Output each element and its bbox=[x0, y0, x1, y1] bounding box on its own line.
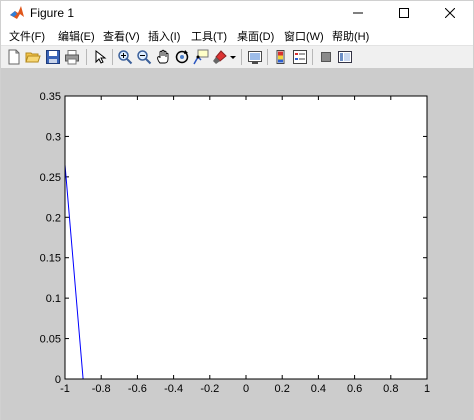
close-icon bbox=[445, 8, 455, 18]
toolbar-separator bbox=[112, 49, 113, 65]
figure-window: Figure 1 文件(F) 编辑(E) 查看(V) 插入(I) 工具(T) 桌… bbox=[0, 0, 474, 420]
brush-icon[interactable] bbox=[212, 49, 228, 65]
rotate-icon[interactable] bbox=[174, 49, 190, 65]
open-icon[interactable] bbox=[25, 49, 41, 65]
maximize-button[interactable] bbox=[381, 1, 427, 25]
x-tick-label: 0.8 bbox=[383, 383, 398, 395]
x-tick-label: 0.2 bbox=[275, 383, 290, 395]
new-figure-icon[interactable] bbox=[6, 49, 22, 65]
toolbar-separator bbox=[267, 49, 268, 65]
figure-toolbar bbox=[1, 45, 473, 69]
x-tick-label: 1 bbox=[424, 383, 430, 395]
y-tick-label: 0.2 bbox=[46, 212, 61, 224]
y-tick-label: 0.25 bbox=[40, 172, 61, 184]
zoom-out-icon[interactable] bbox=[136, 49, 152, 65]
menu-insert[interactable]: 插入(I) bbox=[148, 28, 180, 44]
title-bar[interactable]: Figure 1 bbox=[1, 1, 473, 25]
print-icon[interactable] bbox=[64, 49, 80, 65]
x-tick-label: 0.4 bbox=[311, 383, 326, 395]
toolbar-separator bbox=[312, 49, 313, 65]
link-plot-icon[interactable] bbox=[247, 49, 263, 65]
colorbar-icon[interactable] bbox=[273, 49, 289, 65]
maximize-icon bbox=[399, 8, 409, 18]
plot-area: -1 -0.8 -0.6 -0.4 -0.2 0 0.2 0.4 0.6 0.8 1 0 0.05 0.1… bbox=[40, 91, 430, 395]
zoom-in-icon[interactable] bbox=[117, 49, 133, 65]
menu-window[interactable]: 窗口(W) bbox=[284, 28, 324, 44]
menu-desktop[interactable]: 桌面(D) bbox=[237, 28, 274, 44]
matlab-logo-icon bbox=[10, 6, 24, 19]
x-tick-label: -0.8 bbox=[92, 383, 111, 395]
x-tick-label: -0.6 bbox=[128, 383, 147, 395]
x-tick-label: -1 bbox=[60, 383, 70, 395]
y-tick-label: 0.35 bbox=[40, 91, 61, 103]
x-tick-label: -0.2 bbox=[200, 383, 219, 395]
toolbar-separator bbox=[241, 49, 242, 65]
y-tick-label: 0.05 bbox=[40, 334, 61, 346]
data-cursor-icon[interactable] bbox=[193, 49, 209, 65]
minimize-icon bbox=[353, 12, 363, 14]
legend-icon[interactable] bbox=[292, 49, 308, 65]
toolbar-separator bbox=[86, 49, 87, 65]
y-tick-label: 0.3 bbox=[46, 131, 61, 143]
window-title: Figure 1 bbox=[30, 6, 75, 20]
save-icon[interactable] bbox=[45, 49, 61, 65]
menu-bar: 文件(F) 编辑(E) 查看(V) 插入(I) 工具(T) 桌面(D) 窗口(W… bbox=[1, 25, 473, 45]
minimize-button[interactable] bbox=[335, 1, 381, 25]
close-button[interactable] bbox=[427, 1, 473, 25]
menu-edit[interactable]: 编辑(E) bbox=[58, 28, 95, 44]
show-plot-tools-icon[interactable] bbox=[337, 49, 353, 65]
menu-file[interactable]: 文件(F) bbox=[9, 28, 45, 44]
x-tick-label: 0 bbox=[243, 383, 249, 395]
brush-dropdown-icon[interactable] bbox=[229, 49, 237, 65]
menu-tools[interactable]: 工具(T) bbox=[191, 28, 227, 44]
pointer-icon[interactable] bbox=[92, 49, 108, 65]
menu-view[interactable]: 查看(V) bbox=[103, 28, 140, 44]
y-tick-label: 0.15 bbox=[40, 253, 61, 265]
x-tick-label: 0.6 bbox=[347, 383, 362, 395]
x-tick-label: -0.4 bbox=[164, 383, 183, 395]
hide-plot-tools-icon[interactable] bbox=[318, 49, 334, 65]
y-tick-label: 0 bbox=[55, 374, 61, 386]
menu-help[interactable]: 帮助(H) bbox=[332, 28, 369, 44]
figure-canvas: -1 -0.8 -0.6 -0.4 -0.2 0 0.2 0.4 0.6 0.8 1 0 0.05 0.1… bbox=[1, 68, 473, 420]
pan-icon[interactable] bbox=[155, 49, 171, 65]
y-tick-label: 0.1 bbox=[46, 293, 61, 305]
axes-background[interactable] bbox=[65, 96, 427, 379]
